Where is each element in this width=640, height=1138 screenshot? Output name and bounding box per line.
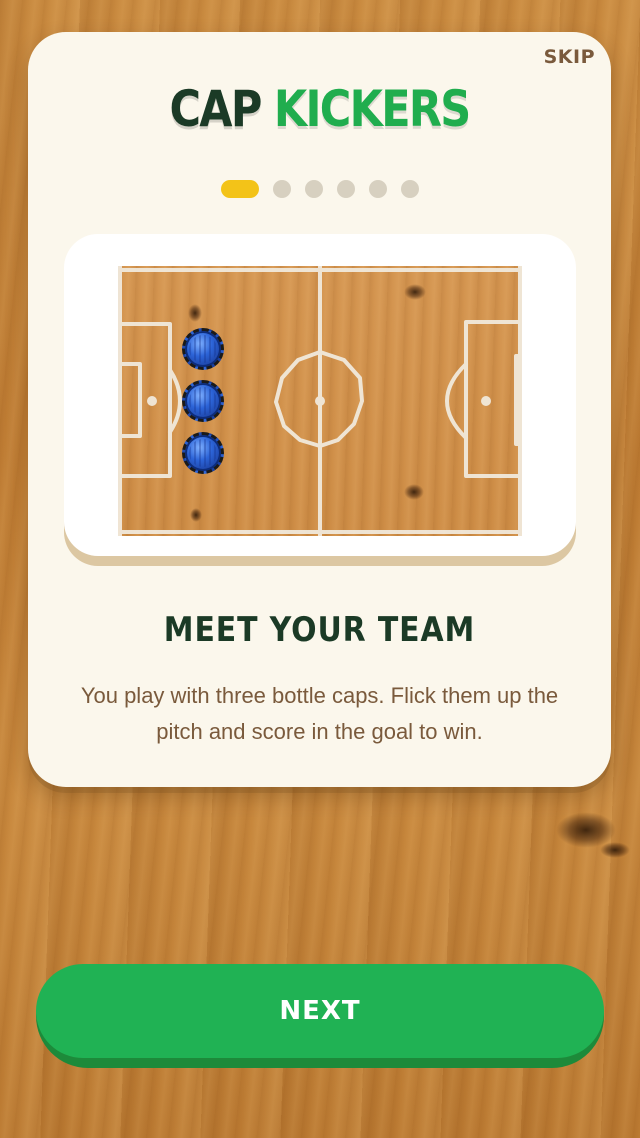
tutorial-illustration xyxy=(64,234,576,556)
step-description: You play with three bottle caps. Flick t… xyxy=(80,683,559,744)
page-indicator xyxy=(28,180,611,198)
page-dot xyxy=(368,180,387,198)
bottle-cap-3 xyxy=(182,432,224,474)
wood-knot xyxy=(404,484,424,500)
pitch xyxy=(118,266,522,536)
page-dot xyxy=(304,180,323,198)
wood-knot xyxy=(404,284,426,300)
game-title: CAP KICKERS xyxy=(69,80,570,138)
next-button-label: NEXT xyxy=(279,996,361,1026)
page-dot-active xyxy=(220,180,259,198)
title-word-cap: CAP xyxy=(169,80,262,138)
page-dot xyxy=(272,180,291,198)
next-button[interactable]: NEXT xyxy=(36,964,604,1058)
next-button-shadow: NEXT xyxy=(36,964,604,1068)
step-heading: MEET YOUR TEAM xyxy=(163,610,476,650)
pitch-lines xyxy=(118,266,522,536)
wood-knot xyxy=(190,508,202,522)
onboarding-card: SKIP CAP KICKERS MEET YOUR TEAM You play… xyxy=(28,32,611,787)
skip-button[interactable]: SKIP xyxy=(544,46,595,68)
wood-knot xyxy=(600,842,630,858)
page-dot xyxy=(400,180,419,198)
wood-knot xyxy=(188,304,202,322)
title-word-kickers: KICKERS xyxy=(273,80,471,138)
page-dot xyxy=(336,180,355,198)
bottle-cap-1 xyxy=(182,328,224,370)
bottle-cap-2 xyxy=(182,380,224,422)
